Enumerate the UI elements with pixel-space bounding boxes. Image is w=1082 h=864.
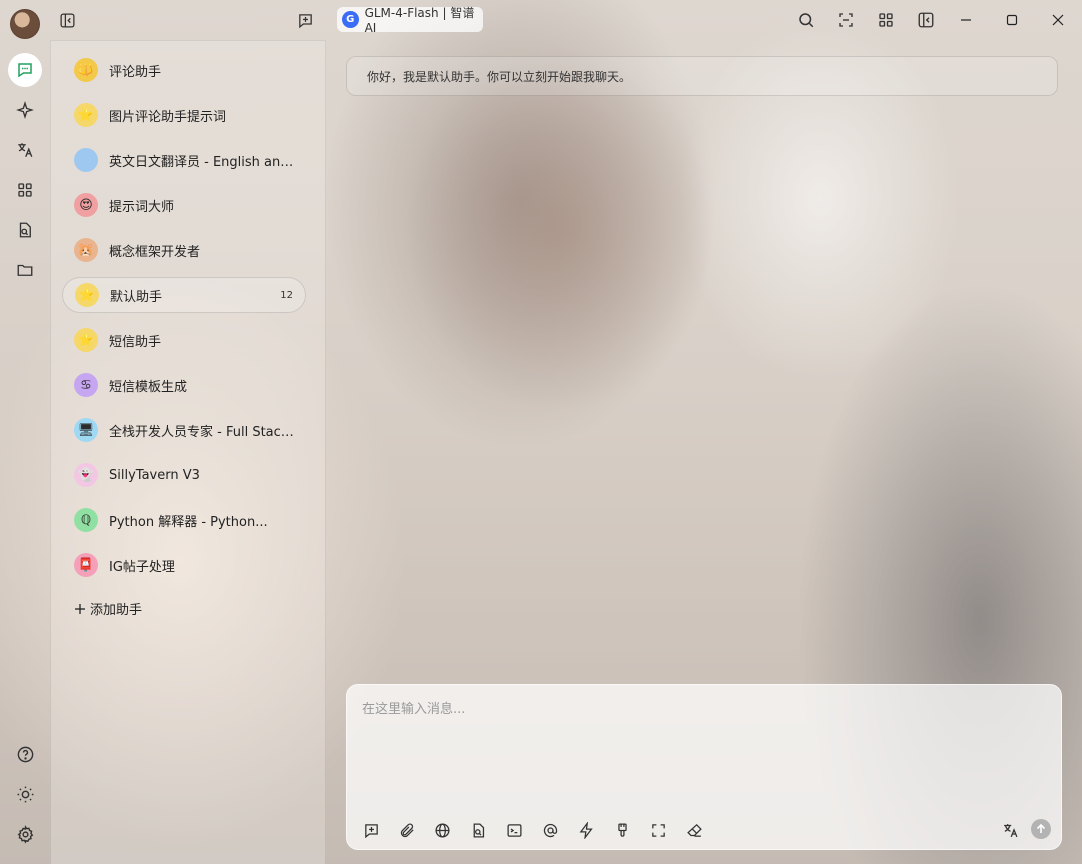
model-logo-icon: G	[342, 11, 359, 28]
assistant-name: 图片评论助手提示词	[109, 109, 227, 125]
web-search-globe-icon[interactable]	[431, 819, 453, 841]
send-button[interactable]	[1031, 819, 1051, 839]
plus-icon	[75, 603, 85, 614]
minimize-icon[interactable]	[954, 8, 978, 32]
assistant-emoji-icon: 😍	[74, 193, 98, 217]
attachment-icon[interactable]	[396, 819, 418, 841]
assistant-name: 默认助手	[110, 289, 163, 305]
title-bar: G GLM-4-Flash | 智谱AI	[0, 0, 1082, 40]
user-avatar[interactable]	[10, 9, 40, 39]
list-item[interactable]: 英文日文翻译员 - English and...	[62, 142, 306, 178]
assistant-name: 提示词大师	[109, 199, 175, 215]
translate-icon[interactable]	[999, 819, 1021, 841]
topic-count-badge: 12	[280, 289, 293, 301]
chat-icon[interactable]	[8, 53, 42, 87]
eraser-icon[interactable]	[683, 819, 705, 841]
assistant-emoji-icon: ♋	[74, 373, 98, 397]
list-item[interactable]: 📮 IG帖子处理	[62, 547, 306, 583]
list-item[interactable]: 🐹 概念框架开发者	[62, 232, 306, 268]
welcome-message: 你好，我是默认助手。你可以立刻开始跟我聊天。	[346, 56, 1058, 96]
apps-grid-icon[interactable]	[874, 8, 898, 32]
translate-icon[interactable]	[8, 133, 42, 167]
lightning-icon[interactable]	[575, 819, 597, 841]
file-search-icon[interactable]	[8, 213, 42, 247]
terminal-icon[interactable]	[503, 819, 525, 841]
panel-toggle-icon[interactable]	[914, 8, 938, 32]
assistant-name: 英文日文翻译员 - English and...	[109, 154, 299, 170]
list-item[interactable]: ⭐ 短信助手	[62, 322, 306, 358]
list-item-active[interactable]: ⭐ 默认助手 12	[62, 277, 306, 313]
assistant-emoji-icon: 🐹	[74, 238, 98, 262]
sparkle-icon[interactable]	[8, 93, 42, 127]
brush-icon[interactable]	[611, 819, 633, 841]
list-item[interactable]: 👻 SillyTavern V3	[62, 457, 306, 493]
assistant-name: Python 解释器 - Python...	[109, 514, 268, 530]
model-selector-label: GLM-4-Flash | 智谱AI	[364, 6, 475, 35]
fullscreen-icon[interactable]	[647, 819, 669, 841]
assistant-emoji-icon: 🖥	[74, 418, 98, 442]
assistant-emoji-icon: ℚ	[74, 508, 98, 532]
apps-icon[interactable]	[8, 173, 42, 207]
assistant-emoji-icon: ⭐	[74, 328, 98, 352]
list-item[interactable]: ♋ 短信模板生成	[62, 367, 306, 403]
list-item[interactable]: ℚ Python 解释器 - Python...	[62, 502, 306, 538]
close-icon[interactable]	[1046, 8, 1070, 32]
maximize-icon[interactable]	[1000, 8, 1024, 32]
assistant-name: 全栈开发人员专家 - Full Stack...	[109, 424, 299, 440]
assistant-name: 概念框架开发者	[109, 244, 201, 260]
assistant-name: 评论助手	[109, 64, 162, 80]
layout-icon[interactable]	[834, 8, 858, 32]
list-item[interactable]: 😍 提示词大师	[62, 187, 306, 223]
settings-gear-icon[interactable]	[8, 817, 42, 851]
new-topic-icon[interactable]	[360, 819, 382, 841]
assistant-emoji-icon: 📮	[74, 553, 98, 577]
folder-icon[interactable]	[8, 253, 42, 287]
assistant-emoji-icon: ⭐	[75, 283, 99, 307]
assistant-emoji-icon: ⭐	[74, 103, 98, 127]
assistant-emoji-icon: 👻	[74, 463, 98, 487]
add-assistant-label: 添加助手	[90, 603, 143, 618]
assistant-name: 短信助手	[109, 334, 162, 350]
message-input[interactable]: 在这里输入消息...	[362, 698, 465, 717]
sidebar-toggle-icon[interactable]	[55, 8, 79, 32]
assistant-name: 短信模板生成	[109, 379, 188, 395]
search-icon[interactable]	[794, 8, 818, 32]
new-topic-icon[interactable]	[293, 8, 317, 32]
message-composer[interactable]: 在这里输入消息...	[346, 684, 1062, 850]
mention-icon[interactable]	[539, 819, 561, 841]
assistant-list-panel: 🔱 评论助手 ⭐ 图片评论助手提示词 英文日文翻译员 - English and…	[50, 40, 326, 864]
list-item[interactable]: 🖥 全栈开发人员专家 - Full Stack...	[62, 412, 306, 448]
arrow-up-icon	[1036, 823, 1046, 833]
model-selector[interactable]: G GLM-4-Flash | 智谱AI	[337, 6, 483, 35]
help-icon[interactable]	[8, 737, 42, 771]
assistant-name: IG帖子处理	[109, 559, 175, 575]
knowledge-file-icon[interactable]	[467, 819, 489, 841]
welcome-message-text: 你好，我是默认助手。你可以立刻开始跟我聊天。	[367, 69, 632, 84]
add-assistant-button[interactable]: 添加助手	[74, 599, 142, 618]
list-item[interactable]: 🔱 评论助手	[62, 52, 306, 88]
assistant-emoji-icon: 🔱	[74, 58, 98, 82]
icon-rail	[0, 40, 50, 864]
assistant-name: SillyTavern V3	[109, 467, 200, 483]
list-item[interactable]: ⭐ 图片评论助手提示词	[62, 97, 306, 133]
assistant-emoji-icon	[74, 148, 98, 172]
theme-sun-icon[interactable]	[8, 777, 42, 811]
